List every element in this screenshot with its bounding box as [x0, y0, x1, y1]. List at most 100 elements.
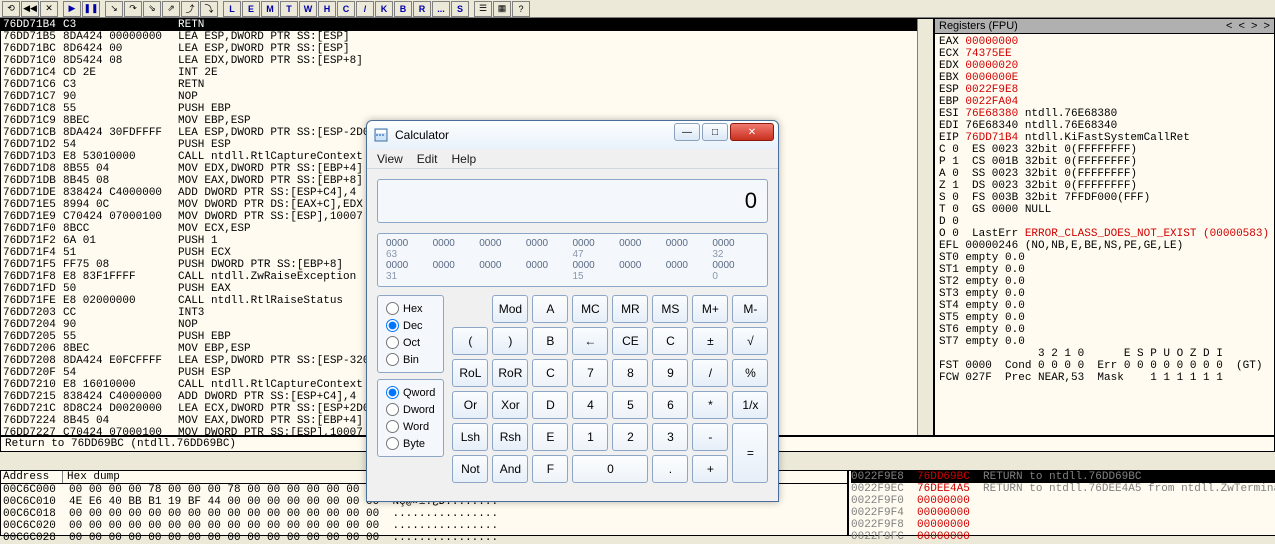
bit-group[interactable]: 0000: [433, 260, 480, 271]
toolbar-r-button[interactable]: R: [413, 1, 431, 17]
calc-btn-not[interactable]: Not: [452, 455, 488, 483]
toolbar-restart[interactable]: ⟲: [2, 1, 20, 17]
bit-group[interactable]: [433, 271, 480, 282]
radio-input-byte[interactable]: [386, 437, 399, 450]
register-line[interactable]: ECX 74375EE: [939, 48, 1270, 60]
calc-btn-7[interactable]: 7: [572, 359, 608, 387]
register-line[interactable]: C 0 ES 0023 32bit 0(FFFFFFFF): [939, 144, 1270, 156]
calc-btn-3[interactable]: 3: [652, 423, 688, 451]
calc-btn-9[interactable]: 9: [652, 359, 688, 387]
bit-group[interactable]: 63: [386, 249, 433, 260]
bit-group[interactable]: 0000: [712, 238, 759, 249]
register-line[interactable]: O 0 LastErr ERROR_CLASS_DOES_NOT_EXIST (…: [939, 228, 1270, 240]
radio-input-oct[interactable]: [386, 336, 399, 349]
register-line[interactable]: D 0: [939, 216, 1270, 228]
bit-group[interactable]: [479, 249, 526, 260]
bit-group[interactable]: 0000: [666, 238, 713, 249]
toolbar-k-button[interactable]: K: [375, 1, 393, 17]
register-line[interactable]: ST7 empty 0.0: [939, 336, 1270, 348]
dump-row[interactable]: 00C6C028 00 00 00 00 00 00 00 00 00 00 0…: [3, 532, 845, 544]
calc-btn-m[interactable]: M-: [732, 295, 768, 323]
radio-input-qword[interactable]: [386, 386, 399, 399]
register-line[interactable]: ST5 empty 0.0: [939, 312, 1270, 324]
calc-btn-[interactable]: -: [692, 423, 728, 451]
toolbar-t-button[interactable]: T: [280, 1, 298, 17]
radio-oct[interactable]: Oct: [386, 336, 435, 349]
calc-btn-[interactable]: %: [732, 359, 768, 387]
calc-btn-mod[interactable]: Mod: [492, 295, 528, 323]
calc-btn-b[interactable]: B: [532, 327, 568, 355]
disasm-row[interactable]: 76DD71C6C3RETN: [1, 79, 933, 91]
radio-hex[interactable]: Hex: [386, 302, 435, 315]
toolbar-l-button[interactable]: L: [223, 1, 241, 17]
bit-group[interactable]: 15: [573, 271, 620, 282]
bit-group[interactable]: 0000: [433, 238, 480, 249]
bit-group[interactable]: 32: [712, 249, 759, 260]
calc-btn-and[interactable]: And: [492, 455, 528, 483]
calc-btn-mr[interactable]: MR: [612, 295, 648, 323]
calc-btn-[interactable]: ±: [692, 327, 728, 355]
calc-btn-[interactable]: (: [452, 327, 488, 355]
menu-view[interactable]: View: [377, 152, 403, 166]
toolbar-appearance[interactable]: ▦: [493, 1, 511, 17]
calc-btn-rsh[interactable]: Rsh: [492, 423, 528, 451]
disasm-row[interactable]: 76DD71C4CD 2EINT 2E: [1, 67, 933, 79]
toolbar-b-button[interactable]: B: [394, 1, 412, 17]
bit-group[interactable]: [526, 249, 573, 260]
disasm-row[interactable]: 76DD71B58DA424 00000000LEA ESP,DWORD PTR…: [1, 31, 933, 43]
bit-group[interactable]: 0000: [479, 238, 526, 249]
disasm-row[interactable]: 76DD71C08D5424 08LEA EDX,DWORD PTR SS:[E…: [1, 55, 933, 67]
register-line[interactable]: A 0 SS 0023 32bit 0(FFFFFFFF): [939, 168, 1270, 180]
toolbar-w-button[interactable]: W: [299, 1, 317, 17]
maximize-button[interactable]: □: [702, 123, 728, 141]
menu-edit[interactable]: Edit: [417, 152, 438, 166]
calc-btn-lsh[interactable]: Lsh: [452, 423, 488, 451]
toolbar-m-button[interactable]: M: [261, 1, 279, 17]
bit-group[interactable]: 0000: [386, 238, 433, 249]
calculator-bit-display[interactable]: 00000000000000000000000000000000 634732 …: [377, 233, 768, 287]
calc-btn-[interactable]: ←: [572, 327, 608, 355]
calc-btn-[interactable]: .: [652, 455, 688, 483]
registers-nav[interactable]: < < > >: [1226, 20, 1270, 32]
calc-btn-0[interactable]: 0: [572, 455, 648, 483]
calc-btn-xor[interactable]: Xor: [492, 391, 528, 419]
disasm-row[interactable]: 76DD71C855PUSH EBP: [1, 103, 933, 115]
bit-group[interactable]: 0000: [666, 260, 713, 271]
bit-group[interactable]: 47: [573, 249, 620, 260]
calc-btn-d[interactable]: D: [532, 391, 568, 419]
calc-btn-[interactable]: √: [732, 327, 768, 355]
scrollbar[interactable]: [917, 19, 933, 435]
stack-row[interactable]: 0022F9F8 00000000: [851, 519, 1275, 531]
bit-group[interactable]: 0000: [573, 238, 620, 249]
bit-group[interactable]: 31: [386, 271, 433, 282]
register-line[interactable]: EIP 76DD71B4 ntdll.KiFastSystemCallRet: [939, 132, 1270, 144]
radio-dec[interactable]: Dec: [386, 319, 435, 332]
stack-row[interactable]: 0022F9E8 76DD69BC RETURN to ntdll.76DD69…: [851, 471, 1275, 483]
toolbar-pause[interactable]: ❚❚: [82, 1, 100, 17]
bit-group[interactable]: [619, 271, 666, 282]
toolbar-traceover[interactable]: ⇗: [162, 1, 180, 17]
bit-group[interactable]: 0000: [573, 260, 620, 271]
toolbar-c-button[interactable]: C: [337, 1, 355, 17]
close-button[interactable]: ✕: [730, 123, 774, 141]
bit-group[interactable]: [433, 249, 480, 260]
register-line[interactable]: ESI 76E68380 ntdll.76E68380: [939, 108, 1270, 120]
calc-btn-1x[interactable]: 1/x: [732, 391, 768, 419]
calculator-titlebar[interactable]: Calculator — □ ✕: [367, 121, 778, 149]
bit-group[interactable]: [526, 271, 573, 282]
register-line[interactable]: ST4 empty 0.0: [939, 300, 1270, 312]
register-line[interactable]: ST0 empty 0.0: [939, 252, 1270, 264]
toolbar-run[interactable]: ▶: [63, 1, 81, 17]
calc-btn-6[interactable]: 6: [652, 391, 688, 419]
bit-group[interactable]: 0000: [526, 238, 573, 249]
register-line[interactable]: ST1 empty 0.0: [939, 264, 1270, 276]
stack-row[interactable]: 0022F9FC 00000000: [851, 531, 1275, 543]
disasm-row[interactable]: 76DD71BC8D6424 00LEA ESP,DWORD PTR SS:[E…: [1, 43, 933, 55]
radio-input-bin[interactable]: [386, 353, 399, 366]
radio-input-hex[interactable]: [386, 302, 399, 315]
calc-btn-mc[interactable]: MC: [572, 295, 608, 323]
register-line[interactable]: P 1 CS 001B 32bit 0(FFFFFFFF): [939, 156, 1270, 168]
register-line[interactable]: 3 2 1 0 E S P U O Z D I: [939, 348, 1270, 360]
register-line[interactable]: S 0 FS 003B 32bit 7FFDF000(FFF): [939, 192, 1270, 204]
register-line[interactable]: FST 0000 Cond 0 0 0 0 Err 0 0 0 0 0 0 0 …: [939, 360, 1270, 372]
